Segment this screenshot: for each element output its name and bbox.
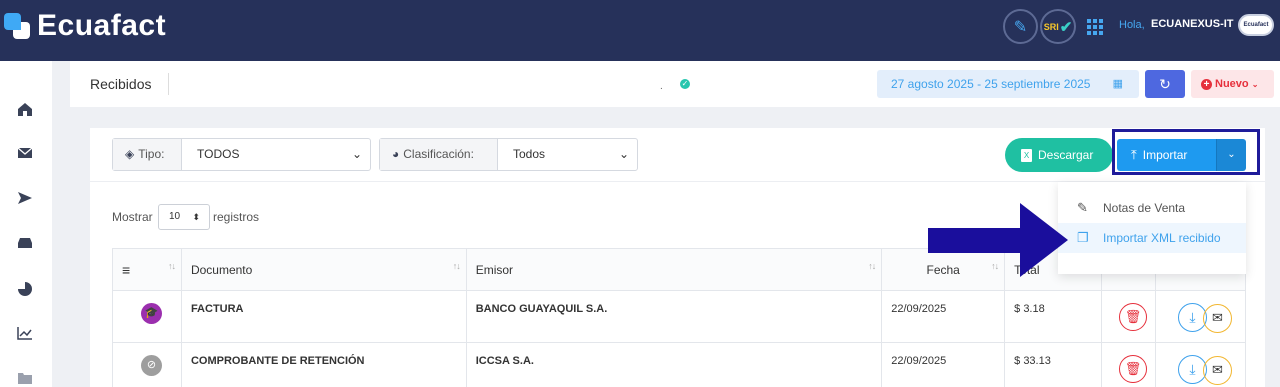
chevron-down-icon: ⌄ bbox=[1251, 80, 1259, 89]
clasificacion-label: Clasificación: bbox=[403, 147, 474, 161]
chevron-down-icon: ⌄ bbox=[351, 147, 362, 161]
page-length-value: 10 bbox=[169, 211, 181, 222]
folder-icon[interactable] bbox=[16, 371, 34, 387]
documento-cell: COMPROBANTE DE RETENCIÓN bbox=[180, 342, 467, 387]
app-name: Ecuafact bbox=[37, 9, 167, 42]
column-emisor-label: Emisor bbox=[475, 262, 514, 277]
new-button-label: Nuevo bbox=[1215, 78, 1249, 90]
updown-icon: ⬍ bbox=[192, 212, 200, 222]
sort-icon: ↑↓ bbox=[452, 261, 461, 271]
actions-cell: ⤓ ✉ bbox=[1155, 290, 1246, 343]
date-range-text: 27 agosto 2025 - 25 septiembre 2025 bbox=[891, 77, 1091, 91]
column-header-documento[interactable]: Documento ↑↓ bbox=[180, 248, 467, 291]
column-menu-header[interactable]: ≡ ↑↓ bbox=[112, 248, 182, 291]
table-row[interactable]: ⊘ COMPROBANTE DE RETENCIÓN ICCSA S.A. 22… bbox=[112, 342, 1246, 387]
clasificacion-label-box: ◕ Clasificación: bbox=[380, 139, 498, 170]
graduation-cap-icon: 🎓 bbox=[140, 303, 162, 324]
sort-icon: ↑↓ bbox=[167, 261, 176, 271]
type-cell: ⊘ bbox=[112, 342, 182, 387]
length-suffix: registros bbox=[213, 210, 260, 224]
page-title: Recibidos bbox=[90, 76, 152, 92]
ban-icon: ⊘ bbox=[140, 355, 162, 376]
inbox-icon[interactable] bbox=[16, 236, 34, 254]
new-button[interactable]: + Nuevo ⌄ bbox=[1191, 70, 1274, 98]
emisor-cell: BANCO GUAYAQUIL S.A. bbox=[465, 290, 883, 343]
envelope-icon[interactable]: ✉ bbox=[1203, 356, 1232, 385]
menu-icon: ≡ bbox=[122, 261, 131, 278]
clasificacion-select[interactable]: ◕ Clasificación: Todos ⌄ bbox=[379, 138, 638, 171]
import-dropdown-toggle[interactable]: ⌄ bbox=[1216, 139, 1246, 171]
pencil-icon: ✎ bbox=[1077, 200, 1088, 215]
app-logo[interactable]: Ecuafact bbox=[4, 9, 166, 43]
import-menu: ✎ Notas de Venta ❐ Importar XML recibido bbox=[1058, 182, 1246, 274]
search-field[interactable] bbox=[187, 70, 662, 98]
date-range-picker[interactable]: 27 agosto 2025 - 25 septiembre 2025 ▦ bbox=[877, 70, 1139, 98]
total-cell: $ 33.13 bbox=[1004, 342, 1103, 387]
annotation-arrow-icon bbox=[928, 203, 1068, 277]
apps-grid-icon[interactable] bbox=[1087, 18, 1103, 35]
search-field-value: . bbox=[660, 81, 663, 92]
home-icon[interactable] bbox=[16, 101, 34, 119]
download-button[interactable]: X Descargar bbox=[1005, 138, 1113, 172]
clasificacion-value: Todos bbox=[513, 147, 546, 161]
length-prefix: Mostrar bbox=[112, 210, 153, 224]
username[interactable]: ECUANEXUS-IT bbox=[1151, 18, 1234, 30]
edit-icon[interactable]: ✎ bbox=[1003, 9, 1038, 44]
sri-label: SRI bbox=[1043, 21, 1059, 32]
table-row[interactable]: 🎓 FACTURA BANCO GUAYAQUIL S.A. 22/09/202… bbox=[112, 290, 1246, 343]
header-divider bbox=[168, 73, 169, 95]
trash-icon[interactable]: 🗑 bbox=[1119, 303, 1148, 331]
envelope-icon[interactable]: ✉ bbox=[1203, 304, 1232, 333]
check-circle-icon: ✓ bbox=[680, 79, 690, 89]
type-cell: 🎓 bbox=[112, 290, 182, 343]
download-button-label: Descargar bbox=[1038, 148, 1094, 162]
line-chart-icon[interactable] bbox=[16, 326, 34, 344]
delete-cell: 🗑 bbox=[1101, 290, 1157, 343]
copy-icon: ❐ bbox=[1077, 230, 1089, 245]
tipo-label-box: ◈ Tipo: bbox=[113, 139, 182, 170]
greeting: Hola, bbox=[1119, 19, 1145, 31]
send-icon[interactable] bbox=[16, 191, 34, 209]
tipo-select[interactable]: ◈ Tipo: TODOS ⌄ bbox=[112, 138, 371, 171]
menu-item-importar-xml[interactable]: ❐ Importar XML recibido bbox=[1058, 223, 1246, 253]
actions-cell: ⤓ ✉ bbox=[1155, 342, 1246, 387]
page-header: Recibidos . ✓ 27 agosto 2025 - 25 septie… bbox=[70, 61, 1280, 107]
top-bar: Ecuafact ✎ SRI ✔ Hola, ECUANEXUS-IT Ecuaf… bbox=[0, 0, 1280, 61]
delete-cell: 🗑 bbox=[1101, 342, 1157, 387]
documento-cell: FACTURA bbox=[180, 290, 467, 343]
tipo-value: TODOS bbox=[197, 147, 240, 161]
pie-icon: ◕ bbox=[392, 147, 400, 161]
import-button-label: Importar bbox=[1142, 148, 1188, 162]
emisor-cell: ICCSA S.A. bbox=[465, 342, 883, 387]
chevron-down-icon: ⌄ bbox=[618, 147, 629, 161]
page-length-select[interactable]: 10 ⬍ bbox=[158, 204, 210, 230]
layers-icon: ◈ bbox=[125, 147, 135, 161]
fecha-cell: 22/09/2025 bbox=[881, 342, 1006, 387]
refresh-button[interactable]: ↻ bbox=[1145, 70, 1185, 98]
chevron-down-icon: ⌄ bbox=[1227, 149, 1236, 160]
sri-status-icon[interactable]: SRI ✔ bbox=[1040, 9, 1076, 44]
logo-mark-icon bbox=[4, 12, 31, 40]
avatar[interactable]: Ecuafact bbox=[1238, 14, 1274, 36]
column-documento-label: Documento bbox=[190, 262, 253, 277]
pie-chart-icon[interactable] bbox=[16, 281, 34, 299]
fecha-cell: 22/09/2025 bbox=[881, 290, 1006, 343]
menu-item-label: Importar XML recibido bbox=[1103, 231, 1221, 245]
trash-icon[interactable]: 🗑 bbox=[1119, 355, 1148, 383]
plus-icon: + bbox=[1201, 79, 1212, 90]
upload-icon: ⤒ bbox=[1131, 147, 1137, 162]
sort-icon: ↑↓ bbox=[868, 261, 876, 271]
import-button[interactable]: ⤒ Importar bbox=[1117, 139, 1216, 171]
menu-item-notas-de-venta[interactable]: ✎ Notas de Venta bbox=[1058, 193, 1246, 223]
menu-item-label: Notas de Venta bbox=[1103, 201, 1186, 215]
tipo-label: Tipo: bbox=[138, 147, 165, 161]
refresh-icon: ↻ bbox=[1159, 76, 1171, 92]
total-cell: $ 3.18 bbox=[1004, 290, 1103, 343]
sidebar bbox=[0, 61, 52, 387]
excel-icon: X bbox=[1021, 149, 1032, 163]
envelope-icon[interactable] bbox=[16, 146, 34, 164]
calendar-icon: ▦ bbox=[1112, 78, 1123, 90]
column-header-emisor[interactable]: Emisor ↑↓ bbox=[465, 248, 883, 291]
